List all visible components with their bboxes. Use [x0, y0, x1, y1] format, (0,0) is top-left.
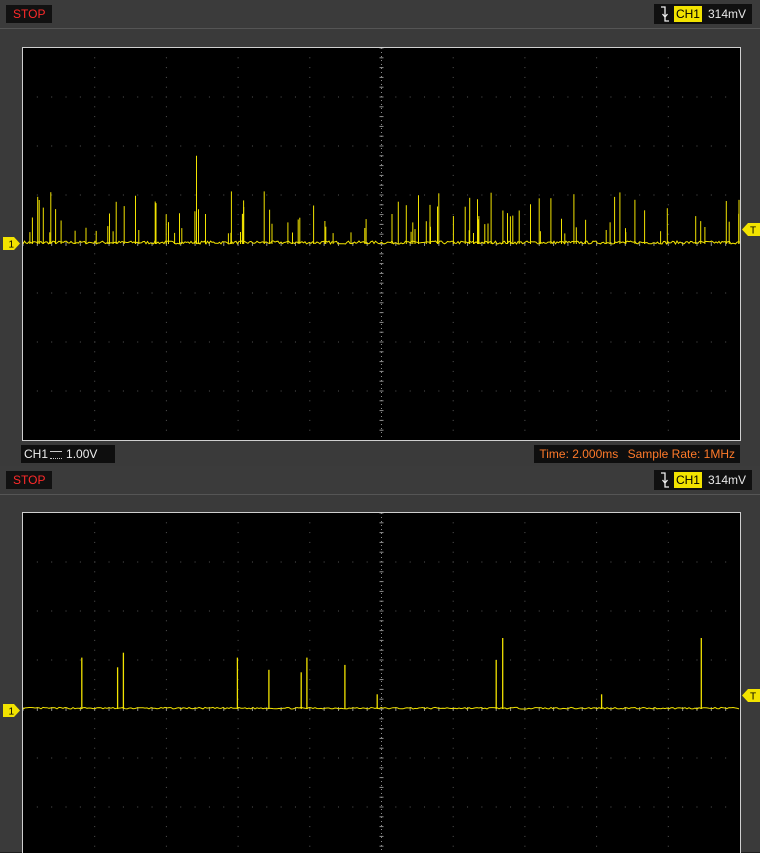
waveform-svg [23, 48, 740, 440]
run-stop-status[interactable]: STOP [6, 471, 53, 489]
channel-label: CH1 [24, 447, 49, 461]
run-stop-status[interactable]: STOP [6, 5, 53, 23]
channel-1-marker[interactable]: 1 [3, 704, 20, 717]
trigger-info[interactable]: CH1 314mV [653, 4, 752, 24]
timebase-info[interactable]: Time: 2.000ms Sample Rate: 1MHz [534, 445, 740, 463]
graticule [23, 48, 727, 440]
trigger-channel: CH1 [673, 6, 702, 22]
trigger-level: 314mV [707, 7, 746, 21]
volts-per-div: 1.00V [66, 447, 98, 461]
scope-panel-top: STOP CH1 314mV 1 T CH1 1.00V Time: 2.000m… [0, 0, 760, 466]
top-toolbar: STOP CH1 314mV [0, 0, 760, 29]
falling-edge-trigger-icon [660, 472, 669, 488]
trigger-level-marker[interactable]: T [742, 223, 760, 236]
graticule [23, 513, 727, 853]
dc-coupling-icon [50, 450, 63, 459]
timebase: Time: 2.000ms [539, 447, 619, 461]
falling-edge-trigger-icon [660, 6, 669, 22]
svg-text:1: 1 [9, 707, 15, 718]
svg-text:T: T [750, 226, 756, 237]
waveform-svg [23, 513, 740, 853]
trigger-info[interactable]: CH1 314mV [653, 470, 752, 490]
scope-panel-bottom: STOP CH1 314mV 1 T [0, 466, 760, 853]
svg-text:T: T [750, 692, 756, 703]
trace-ch1 [23, 155, 740, 246]
channel-scale-info[interactable]: CH1 1.00V [21, 445, 115, 463]
waveform-display[interactable] [22, 512, 741, 853]
top-toolbar: STOP CH1 314mV [0, 466, 760, 495]
trigger-level-marker[interactable]: T [742, 689, 760, 702]
status-bar: CH1 1.00V Time: 2.000ms Sample Rate: 1MHz [0, 443, 760, 466]
sample-rate: Sample Rate: 1MHz [627, 447, 735, 461]
channel-1-marker[interactable]: 1 [3, 237, 20, 250]
svg-text:1: 1 [9, 240, 15, 251]
trigger-channel: CH1 [673, 472, 702, 488]
waveform-display[interactable] [22, 47, 741, 441]
trigger-level: 314mV [707, 473, 746, 487]
